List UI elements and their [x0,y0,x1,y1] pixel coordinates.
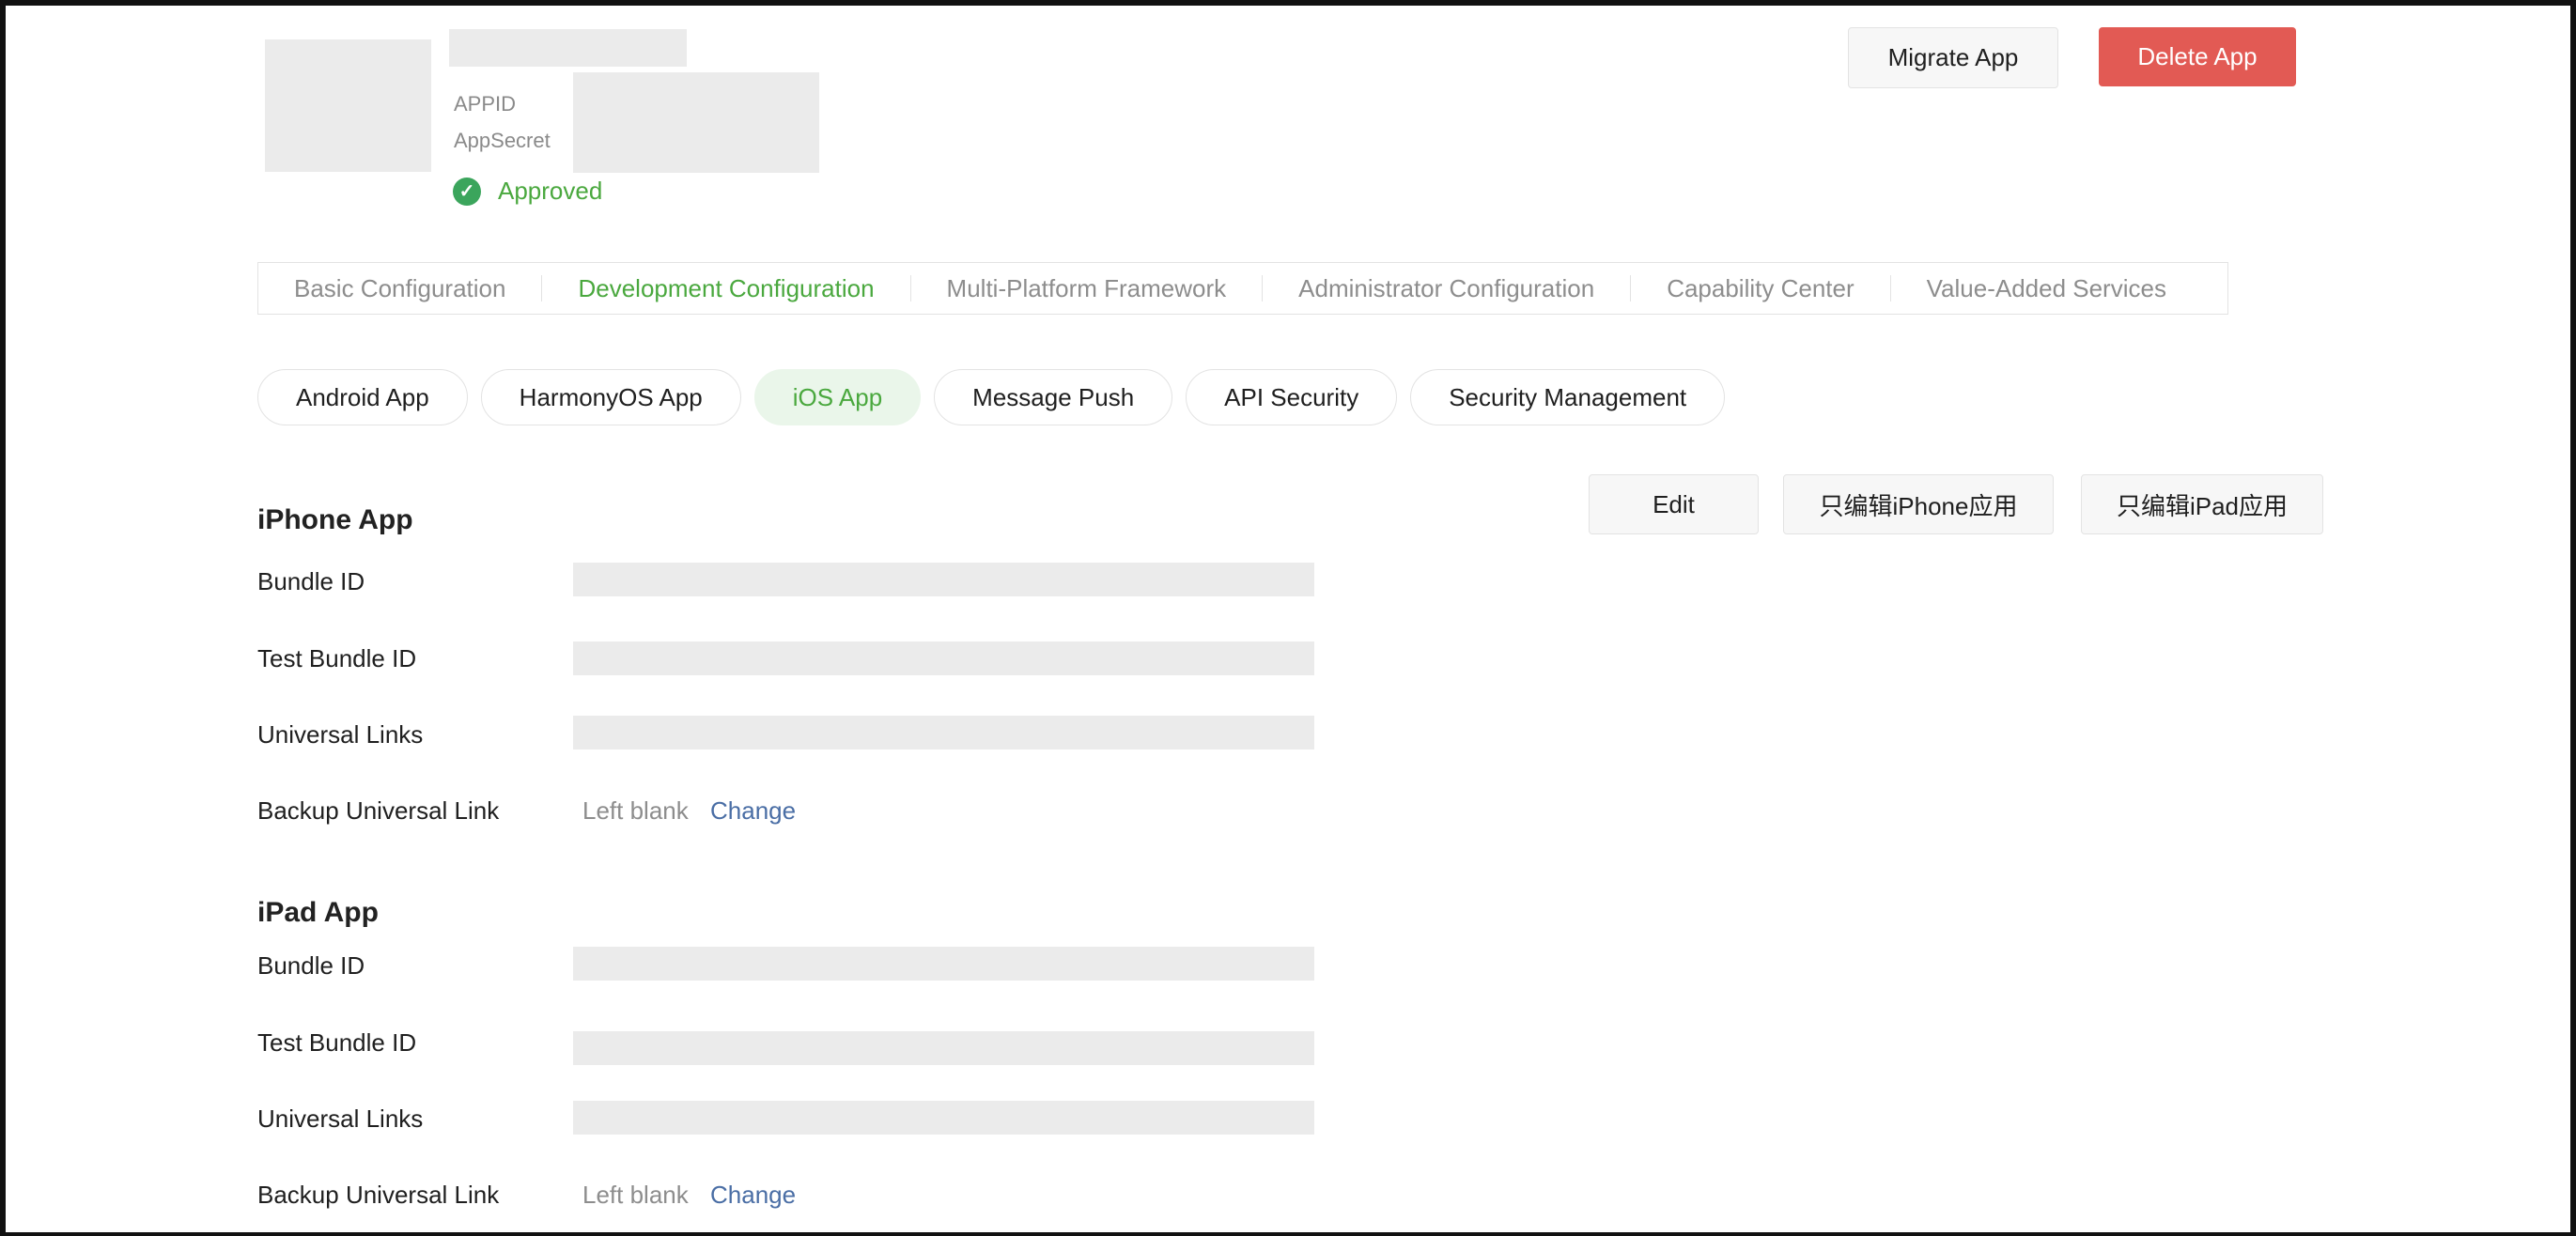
tab-capability-center[interactable]: Capability Center [1631,263,1889,314]
tab-basic-configuration[interactable]: Basic Configuration [258,263,541,314]
ipad-universal-links-value [573,1101,1314,1135]
migrate-app-button[interactable]: Migrate App [1848,27,2058,88]
status-text: Approved [498,177,603,205]
iphone-test-bundle-id-value [573,641,1314,675]
iphone-section-title: iPhone App [257,504,413,535]
tab-administrator-configuration[interactable]: Administrator Configuration [1263,263,1630,314]
check-circle-icon: ✓ [453,177,481,206]
app-name-placeholder [449,29,687,67]
subtab-harmonyos-app[interactable]: HarmonyOS App [480,369,741,425]
ipad-bundle-id-value [573,947,1314,981]
iphone-backup-link-change[interactable]: Change [710,796,796,826]
ipad-bundle-id-label: Bundle ID [257,951,365,980]
edit-button[interactable]: Edit [1589,474,1759,534]
appid-label: APPID [454,92,517,116]
appsecret-label: AppSecret [454,129,551,152]
tab-development-configuration[interactable]: Development Configuration [542,263,909,314]
edit-iphone-only-button[interactable]: 只编辑iPhone应用 [1783,474,2054,534]
ipad-section-title: iPad App [257,897,379,928]
subtab-ios-app[interactable]: iOS App [753,369,922,425]
ipad-test-bundle-id-label: Test Bundle ID [257,1028,417,1057]
ipad-test-bundle-id-value [573,1031,1314,1065]
ipad-universal-links-label: Universal Links [257,1105,424,1133]
iphone-test-bundle-id-label: Test Bundle ID [257,644,417,672]
tab-value-added-services[interactable]: Value-Added Services [1891,263,2202,314]
edit-ipad-only-button[interactable]: 只编辑iPad应用 [2081,474,2323,534]
sub-tab-bar: Android App HarmonyOS App iOS App Messag… [257,369,1726,425]
tab-multi-platform-framework[interactable]: Multi-Platform Framework [911,263,1263,314]
app-credentials-placeholder [573,72,819,173]
subtab-security-management[interactable]: Security Management [1410,369,1726,425]
subtab-android-app[interactable]: Android App [257,369,468,425]
ipad-backup-link-change[interactable]: Change [710,1181,796,1210]
iphone-universal-links-value [573,716,1314,749]
subtab-message-push[interactable]: Message Push [934,369,1173,425]
ipad-backup-link-value: Left blank [582,1181,689,1209]
iphone-backup-link-value: Left blank [582,796,689,825]
subtab-api-security[interactable]: API Security [1186,369,1398,425]
main-tab-bar: Basic Configuration Development Configur… [257,262,2228,315]
status-badge: ✓ Approved [453,177,602,206]
delete-app-button[interactable]: Delete App [2099,27,2296,86]
iphone-bundle-id-label: Bundle ID [257,567,365,595]
iphone-bundle-id-value [573,563,1314,596]
iphone-backup-link-label: Backup Universal Link [257,796,500,825]
app-icon-placeholder [265,39,431,172]
ipad-backup-link-label: Backup Universal Link [257,1181,500,1209]
iphone-universal-links-label: Universal Links [257,720,424,749]
